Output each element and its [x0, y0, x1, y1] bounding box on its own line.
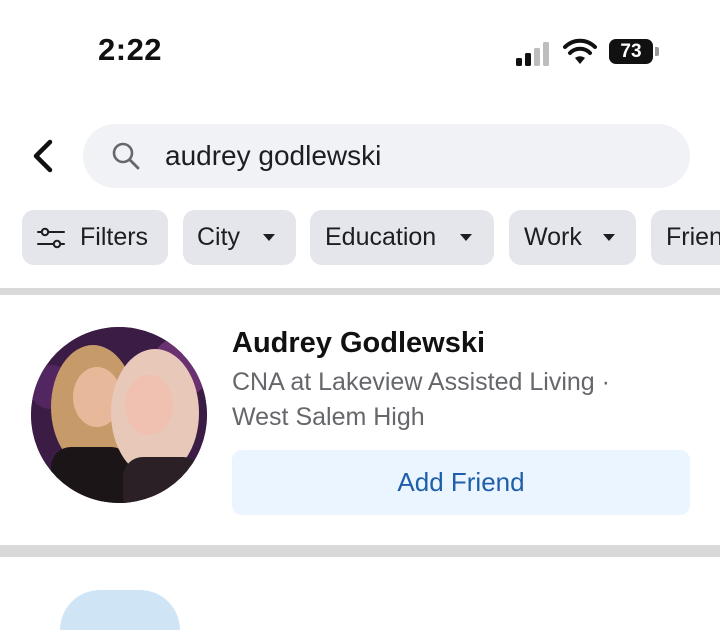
filters-chip-label: Filters — [80, 223, 149, 251]
status-bar: 2:22 73 — [0, 0, 720, 100]
work-dropdown-caret-icon — [603, 234, 615, 241]
filters-chip[interactable]: Filters — [22, 210, 168, 265]
back-chevron-icon[interactable] — [26, 136, 60, 176]
status-time: 2:22 — [98, 32, 163, 67]
wifi-icon — [563, 38, 597, 64]
avatar-photo — [31, 327, 207, 503]
section-divider-bottom — [0, 545, 720, 557]
result-name[interactable]: Audrey Godlewski — [232, 327, 485, 360]
result-education: West Salem High — [232, 403, 425, 431]
city-chip[interactable]: City — [183, 210, 296, 265]
profile-avatar[interactable] — [31, 327, 207, 503]
friends-chip-label: Frien — [666, 223, 720, 251]
work-chip-label: Work — [524, 223, 582, 251]
search-input[interactable]: audrey godlewski — [83, 124, 690, 188]
education-chip-label: Education — [325, 223, 437, 251]
search-icon — [112, 142, 140, 170]
result-work: CNA at Lakeview Assisted Living · — [232, 368, 610, 396]
search-query[interactable]: audrey godlewski — [165, 140, 381, 172]
city-chip-label: City — [197, 223, 241, 251]
sliders-icon — [37, 227, 65, 249]
battery-cap — [655, 47, 659, 56]
work-chip[interactable]: Work — [509, 210, 636, 265]
education-chip[interactable]: Education — [310, 210, 494, 265]
filter-chip-bar: Filters City Education Work Frien — [22, 210, 720, 266]
education-dropdown-caret-icon — [460, 234, 472, 241]
battery-level: 73 — [609, 39, 653, 64]
cellular-signal-icon — [516, 42, 549, 66]
city-dropdown-caret-icon — [263, 234, 275, 241]
section-divider — [0, 288, 720, 295]
next-result-avatar[interactable] — [60, 590, 180, 630]
battery-icon: 73 — [609, 39, 661, 65]
friends-chip[interactable]: Frien — [651, 210, 720, 265]
add-friend-button[interactable]: Add Friend — [232, 450, 690, 515]
